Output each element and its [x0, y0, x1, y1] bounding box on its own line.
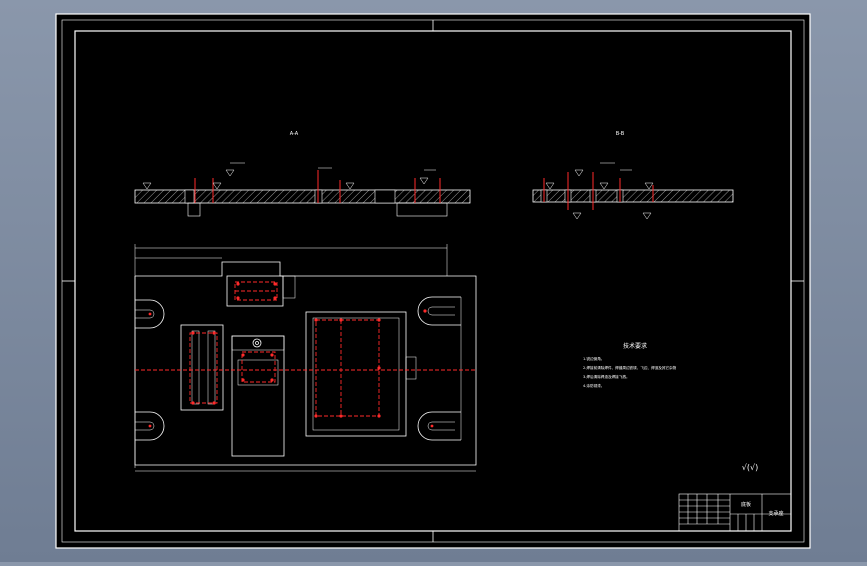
tech-line-3: 3.焊后清除焊渣及焊接飞溅。 — [583, 374, 630, 379]
section-b-label: B-B — [616, 131, 625, 137]
tech-line-2: 2.焊接前清除焊件、焊缝周边铁锈、飞边、焊渣及其它杂物 — [583, 365, 677, 370]
surface-finish-symbol: √(√) — [742, 463, 758, 472]
tech-line-4: 4.涂防锈漆。 — [583, 383, 604, 388]
cad-viewport[interactable]: A-A B-B 技术要求 1.锐边倒角。 2.焊接前清除焊件、焊缝周边铁锈、飞边… — [0, 0, 867, 562]
section-a-label: A-A — [290, 131, 299, 137]
drawing-canvas: A-A B-B 技术要求 1.锐边倒角。 2.焊接前清除焊件、焊缝周边铁锈、飞边… — [55, 13, 811, 549]
tech-line-1: 1.锐边倒角。 — [583, 356, 604, 361]
drawing-sheet — [55, 13, 811, 549]
part-name: 底板 — [741, 501, 751, 508]
section-b-plate — [532, 189, 734, 203]
tech-title: 技术要求 — [623, 342, 647, 350]
drawing-number: 支承座 — [768, 510, 783, 517]
